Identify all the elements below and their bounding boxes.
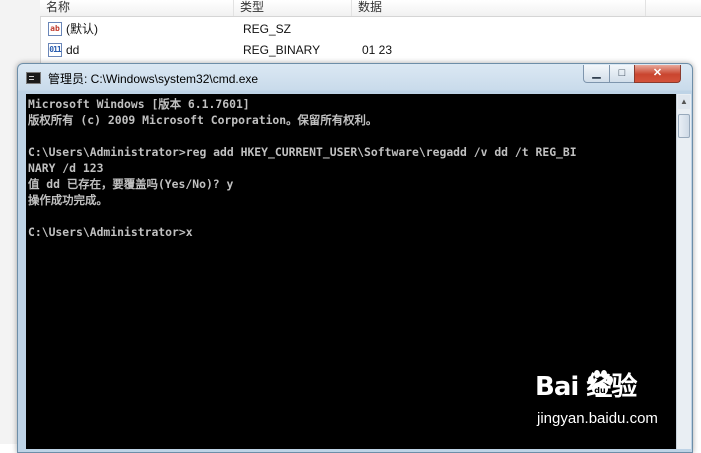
registry-value-data: 01 23: [362, 43, 393, 57]
registry-value-type: REG_SZ: [243, 22, 292, 36]
registry-row-dd[interactable]: 011 dd REG_BINARY 01 23: [40, 40, 701, 60]
console-line: 操作成功完成。: [28, 193, 108, 207]
registry-list-header: 名称 类型 数据: [40, 0, 701, 17]
registry-value-name: (默认): [66, 22, 98, 36]
console-line: 版权所有 (c) 2009 Microsoft Corporation。保留所有…: [28, 113, 378, 127]
scrollbar-thumb[interactable]: [678, 114, 690, 138]
close-button[interactable]: ✕: [634, 65, 681, 83]
console-text: Microsoft Windows [版本 6.1.7601] 版权所有 (c)…: [28, 96, 577, 240]
console-prompt-line: C:\Users\Administrator>x: [28, 225, 193, 239]
console-line: 值 dd 已存在，要覆盖吗(Yes/No)? y: [28, 177, 234, 191]
column-header-type[interactable]: 类型: [234, 0, 352, 16]
watermark-url: jingyan.baidu.com: [537, 410, 658, 427]
cmd-app-icon[interactable]: [26, 72, 41, 84]
cmd-window-title: 管理员: C:\Windows\system32\cmd.exe: [48, 72, 259, 86]
console-line: C:\Users\Administrator>reg add HKEY_CURR…: [28, 145, 577, 159]
console-line: NARY /d 123: [28, 161, 104, 175]
registry-value-type: REG_BINARY: [243, 43, 321, 57]
registry-row-default[interactable]: ab (默认) REG_SZ: [40, 19, 701, 39]
console-line: Microsoft Windows [版本 6.1.7601]: [28, 97, 250, 111]
binary-value-icon: 011: [48, 43, 62, 57]
registry-value-name: dd: [66, 43, 80, 57]
cmd-title-bar[interactable]: 管理员: C:\Windows\system32\cmd.exe ▁ □ ✕: [18, 64, 692, 92]
baidu-paw-icon: du: [588, 370, 613, 396]
scroll-up-arrow-icon[interactable]: ▲: [678, 95, 690, 109]
minimize-button[interactable]: ▁: [583, 65, 610, 83]
column-header-data[interactable]: 数据: [352, 0, 646, 16]
baidu-jingyan-watermark: Bai 经验 du jingyan.baidu.com: [535, 366, 700, 436]
string-value-icon: ab: [48, 22, 62, 36]
svg-text:du: du: [594, 386, 606, 395]
column-header-name[interactable]: 名称: [40, 0, 234, 16]
maximize-button[interactable]: □: [609, 65, 635, 83]
